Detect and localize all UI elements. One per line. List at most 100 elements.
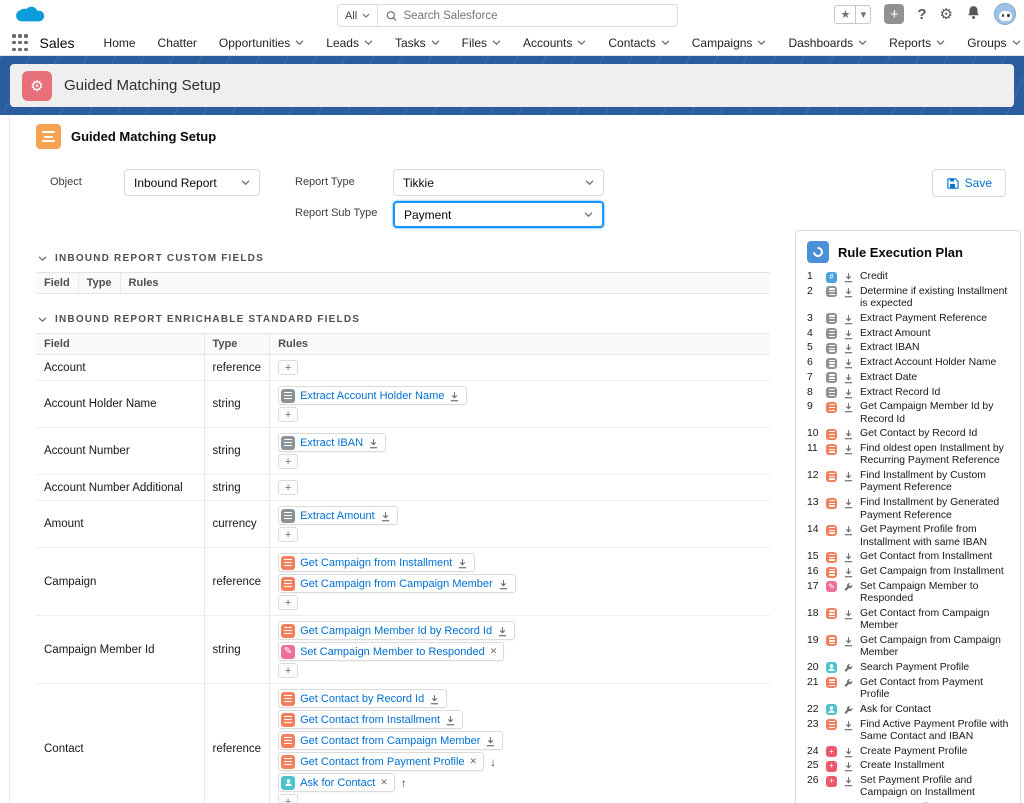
download-rule-icon[interactable] bbox=[449, 390, 460, 402]
help-icon[interactable]: ? bbox=[917, 6, 926, 23]
nav-item-files[interactable]: Files bbox=[451, 30, 512, 55]
download-rule-icon[interactable] bbox=[368, 437, 379, 449]
nav-item-reports[interactable]: Reports bbox=[878, 30, 956, 55]
wrench-icon[interactable] bbox=[843, 677, 857, 688]
nav-item-groups[interactable]: Groups bbox=[956, 30, 1024, 55]
download-rule-icon[interactable] bbox=[843, 286, 857, 298]
download-rule-icon[interactable] bbox=[843, 760, 857, 772]
download-rule-icon[interactable] bbox=[429, 693, 440, 705]
download-rule-icon[interactable] bbox=[843, 470, 857, 482]
download-rule-icon[interactable] bbox=[843, 401, 857, 413]
download-rule-icon[interactable] bbox=[843, 719, 857, 731]
add-rule-button[interactable]: + bbox=[278, 663, 298, 678]
add-rule-button[interactable]: + bbox=[278, 454, 298, 469]
download-rule-icon[interactable] bbox=[843, 313, 857, 325]
download-rule-icon[interactable] bbox=[445, 714, 456, 726]
add-rule-button[interactable]: + bbox=[278, 595, 298, 610]
rule-chip[interactable]: Ask for Contact ✕ bbox=[278, 773, 395, 792]
add-rule-button[interactable]: + bbox=[278, 407, 298, 422]
nav-item-tasks[interactable]: Tasks bbox=[384, 30, 451, 55]
nav-item-home[interactable]: Home bbox=[93, 30, 147, 55]
download-rule-icon[interactable] bbox=[843, 428, 857, 440]
favorites-split-button[interactable]: ★ ▾ bbox=[834, 5, 871, 24]
nav-item-accounts[interactable]: Accounts bbox=[512, 30, 597, 55]
nav-item-contacts[interactable]: Contacts bbox=[597, 30, 680, 55]
remove-rule-icon[interactable]: ✕ bbox=[490, 646, 498, 657]
download-rule-icon[interactable] bbox=[497, 625, 508, 637]
rule-chip[interactable]: ✎Set Campaign Member to Responded✕ bbox=[278, 642, 504, 661]
download-rule-icon[interactable] bbox=[843, 551, 857, 563]
rule-link[interactable]: Get Contact by Record Id bbox=[300, 693, 424, 705]
section-custom-fields[interactable]: INBOUND REPORT CUSTOM FIELDS bbox=[38, 253, 770, 264]
download-rule-icon[interactable] bbox=[380, 510, 391, 522]
download-rule-icon[interactable] bbox=[843, 608, 857, 620]
add-rule-button[interactable]: + bbox=[278, 480, 298, 495]
wrench-icon[interactable] bbox=[843, 581, 857, 592]
remove-rule-icon[interactable]: ✕ bbox=[470, 756, 478, 767]
download-rule-icon[interactable] bbox=[843, 635, 857, 647]
download-rule-icon[interactable] bbox=[843, 775, 857, 787]
remove-rule-icon[interactable]: ✕ bbox=[380, 777, 388, 788]
search-scope-select[interactable]: All bbox=[337, 4, 378, 27]
rule-chip[interactable]: Get Contact from Campaign Member bbox=[278, 731, 503, 750]
section-collapse-icon[interactable] bbox=[38, 256, 47, 261]
download-rule-icon[interactable] bbox=[843, 357, 857, 369]
download-rule-icon[interactable] bbox=[843, 524, 857, 536]
download-rule-icon[interactable] bbox=[843, 372, 857, 384]
rule-chip[interactable]: Get Campaign Member Id by Record Id bbox=[278, 621, 515, 640]
download-rule-icon[interactable] bbox=[485, 735, 496, 747]
add-rule-button[interactable]: + bbox=[278, 794, 298, 803]
rule-chip[interactable]: Get Campaign from Installment bbox=[278, 553, 475, 572]
rule-chip[interactable]: Extract Amount bbox=[278, 506, 398, 525]
rule-link[interactable]: Extract IBAN bbox=[300, 437, 363, 449]
rule-link[interactable]: Get Contact from Installment bbox=[300, 714, 440, 726]
download-rule-icon[interactable] bbox=[843, 271, 857, 283]
nav-item-campaigns[interactable]: Campaigns bbox=[681, 30, 778, 55]
object-select[interactable]: Inbound Report bbox=[124, 169, 260, 196]
save-button[interactable]: Save bbox=[932, 169, 1006, 197]
rule-link[interactable]: Get Contact from Campaign Member bbox=[300, 735, 480, 747]
rule-link[interactable]: Ask for Contact bbox=[300, 777, 375, 789]
nav-item-opportunities[interactable]: Opportunities bbox=[208, 30, 315, 55]
rule-chip[interactable]: Extract Account Holder Name bbox=[278, 386, 467, 405]
download-rule-icon[interactable] bbox=[843, 387, 857, 399]
rule-link[interactable]: Extract Account Holder Name bbox=[300, 390, 444, 402]
setup-gear-icon[interactable]: ⚙ bbox=[940, 5, 953, 23]
download-rule-icon[interactable] bbox=[843, 342, 857, 354]
user-avatar[interactable] bbox=[994, 3, 1016, 25]
rule-link[interactable]: Set Campaign Member to Responded bbox=[300, 646, 485, 658]
section-collapse-icon[interactable] bbox=[38, 317, 47, 322]
report-sub-type-select[interactable]: Payment bbox=[393, 201, 604, 228]
section-standard-fields[interactable]: INBOUND REPORT ENRICHABLE STANDARD FIELD… bbox=[38, 314, 770, 325]
rule-chip[interactable]: Get Contact by Record Id bbox=[278, 689, 447, 708]
search-input[interactable] bbox=[404, 10, 670, 22]
notifications-bell-icon[interactable] bbox=[966, 4, 981, 25]
rule-chip[interactable]: Get Contact from Payment Profile ✕ bbox=[278, 752, 484, 771]
move-up-icon[interactable]: ↑ bbox=[401, 776, 407, 790]
download-rule-icon[interactable] bbox=[498, 578, 509, 590]
nav-item-leads[interactable]: Leads bbox=[315, 30, 384, 55]
download-rule-icon[interactable] bbox=[843, 566, 857, 578]
rule-link[interactable]: Get Campaign from Campaign Member bbox=[300, 578, 493, 590]
favorites-dropdown-icon[interactable]: ▾ bbox=[856, 5, 871, 24]
rule-link[interactable]: Get Campaign Member Id by Record Id bbox=[300, 625, 492, 637]
favorite-star-icon[interactable]: ★ bbox=[834, 5, 856, 24]
global-actions-button[interactable]: + bbox=[884, 4, 904, 24]
rule-chip[interactable]: Get Campaign from Campaign Member bbox=[278, 574, 516, 593]
wrench-icon[interactable] bbox=[843, 704, 857, 715]
download-rule-icon[interactable] bbox=[843, 443, 857, 455]
report-type-select[interactable]: Tikkie bbox=[393, 169, 604, 196]
nav-item-chatter[interactable]: Chatter bbox=[147, 30, 208, 55]
add-rule-button[interactable]: + bbox=[278, 360, 298, 375]
download-rule-icon[interactable] bbox=[457, 557, 468, 569]
download-rule-icon[interactable] bbox=[843, 497, 857, 509]
move-down-icon[interactable]: ↓ bbox=[490, 755, 496, 769]
download-rule-icon[interactable] bbox=[843, 328, 857, 340]
nav-item-dashboards[interactable]: Dashboards bbox=[777, 30, 878, 55]
app-launcher-icon[interactable] bbox=[12, 34, 28, 52]
rule-link[interactable]: Get Contact from Payment Profile bbox=[300, 756, 464, 768]
download-rule-icon[interactable] bbox=[843, 746, 857, 758]
add-rule-button[interactable]: + bbox=[278, 527, 298, 542]
rule-chip[interactable]: Extract IBAN bbox=[278, 433, 386, 452]
rule-link[interactable]: Extract Amount bbox=[300, 510, 375, 522]
